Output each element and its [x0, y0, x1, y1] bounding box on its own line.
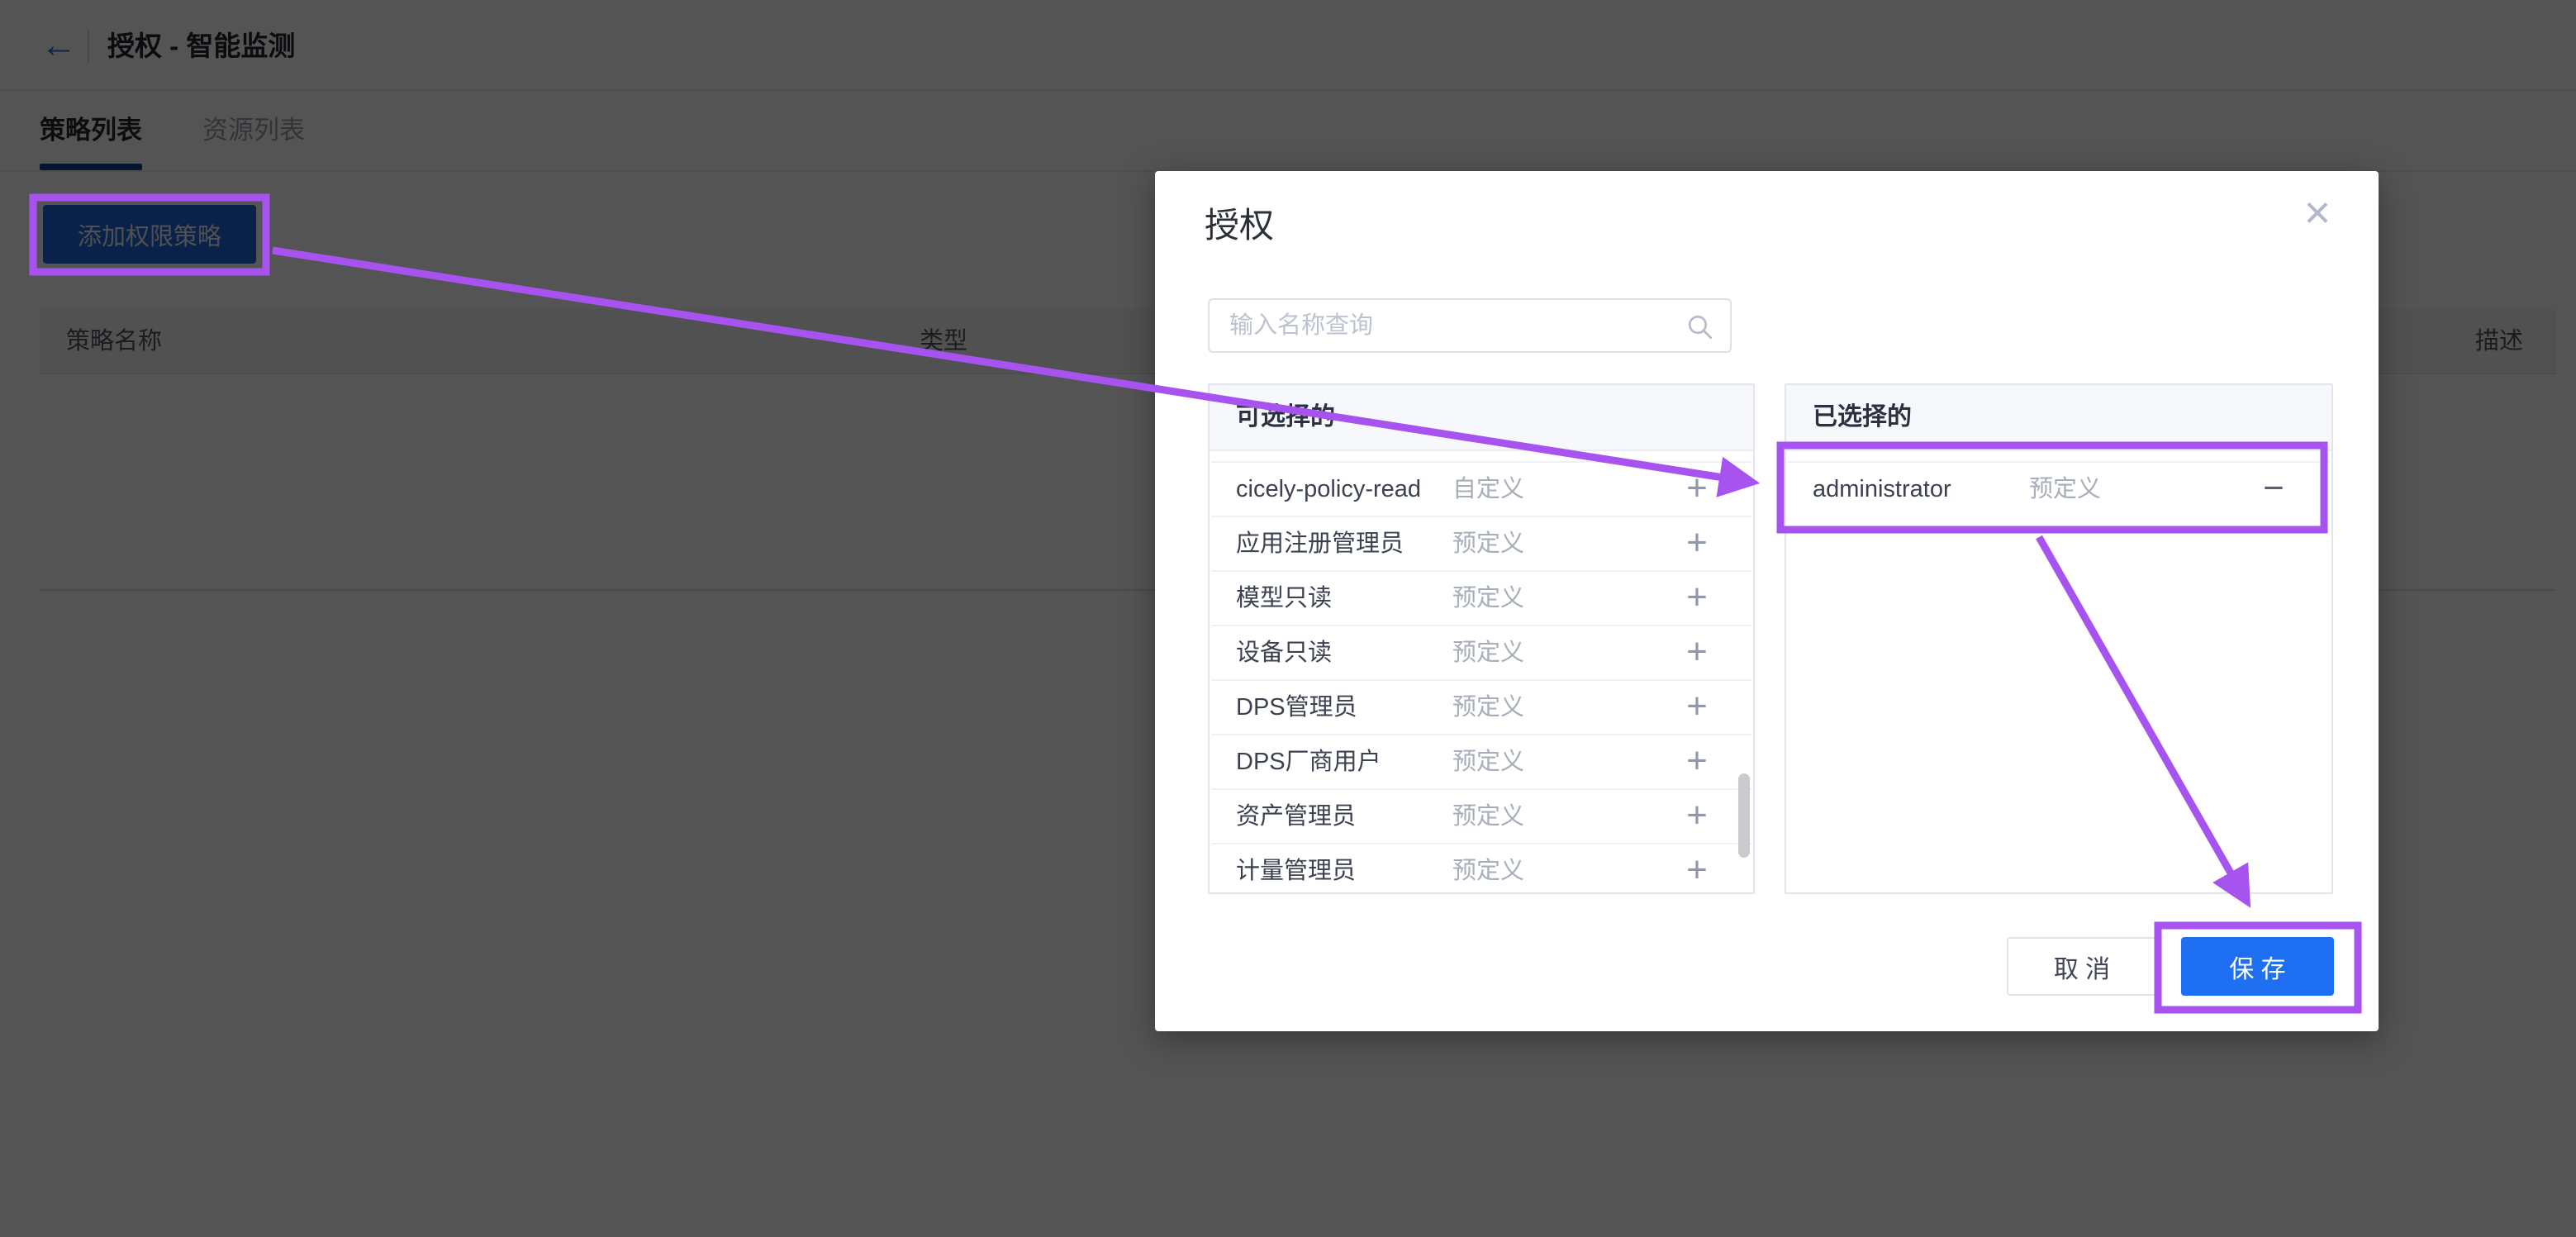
plus-icon[interactable]: + [1672, 626, 1722, 678]
policy-type: 预定义 [1452, 681, 1524, 734]
selected-panel: 已选择的 administrator 预定义 − [1785, 383, 2333, 894]
policy-name: DPS管理员 [1236, 681, 1357, 734]
search-icon [1685, 312, 1715, 342]
save-button[interactable]: 保 存 [2181, 937, 2334, 996]
policy-type: 预定义 [1452, 790, 1524, 843]
policy-type: 预定义 [1452, 517, 1524, 570]
plus-icon[interactable]: + [1672, 735, 1722, 787]
selected-list: administrator 预定义 − [1786, 451, 2331, 517]
scrollbar-thumb[interactable] [1738, 773, 1750, 858]
plus-icon[interactable]: + [1672, 844, 1722, 894]
policy-row: cicely-policy-read 自定义 + [1211, 463, 1751, 517]
policy-name: 应用注册管理员 [1236, 517, 1404, 570]
scrolled-row-sliver [1211, 451, 1751, 463]
plus-icon[interactable]: + [1672, 517, 1722, 569]
policy-name: DPS厂商用户 [1236, 735, 1381, 788]
policy-type: 自定义 [1452, 463, 1524, 516]
policy-row: DPS厂商用户 预定义 + [1211, 735, 1751, 790]
search-input[interactable] [1210, 300, 1730, 351]
policy-name: 模型只读 [1236, 572, 1332, 625]
policy-row: DPS管理员 预定义 + [1211, 681, 1751, 735]
policy-type: 预定义 [2029, 463, 2101, 516]
policy-row: 资产管理员 预定义 + [1211, 790, 1751, 844]
policy-name: 计量管理员 [1236, 844, 1356, 894]
policy-row: 计量管理员 预定义 + [1211, 844, 1751, 894]
policy-type: 预定义 [1452, 626, 1524, 679]
policy-name: administrator [1813, 463, 1951, 516]
policy-type: 预定义 [1452, 844, 1524, 894]
policy-type: 预定义 [1452, 735, 1524, 788]
policy-row: 模型只读 预定义 + [1211, 572, 1751, 626]
cancel-button[interactable]: 取 消 [2007, 937, 2157, 996]
policy-name: cicely-policy-read [1236, 463, 1421, 516]
minus-icon[interactable]: − [2249, 463, 2298, 514]
modal-title: 授权 [1205, 204, 1274, 247]
plus-icon[interactable]: + [1672, 463, 1722, 514]
available-list: cicely-policy-read自定义+应用注册管理员预定义+模型只读预定义… [1210, 451, 1753, 894]
search-box [1208, 298, 1732, 353]
policy-row: administrator 预定义 − [1788, 463, 2330, 517]
screen: ← 授权 - 智能监测 策略列表资源列表 添加权限策略 策略名称类型描述 授权 … [0, 0, 2576, 1237]
available-panel: 可选择的 cicely-policy-read自定义+应用注册管理员预定义+模型… [1208, 383, 1755, 894]
authorization-modal: 授权 × 可选择的 cicely-policy-read自定义+应用注册管理员预… [1155, 171, 2379, 1031]
policy-row: 应用注册管理员预定义 + [1211, 517, 1751, 572]
row-top-sliver [1788, 451, 2330, 463]
policy-row: 设备只读 预定义 + [1211, 626, 1751, 681]
selected-panel-header: 已选择的 [1786, 385, 2331, 451]
available-panel-header: 可选择的 [1210, 385, 1753, 451]
policy-name: 设备只读 [1236, 626, 1332, 679]
plus-icon[interactable]: + [1672, 681, 1722, 732]
policy-type: 预定义 [1452, 572, 1524, 625]
plus-icon[interactable]: + [1672, 790, 1722, 841]
close-icon[interactable]: × [2293, 188, 2342, 237]
plus-icon[interactable]: + [1672, 572, 1722, 623]
policy-name: 资产管理员 [1236, 790, 1356, 843]
